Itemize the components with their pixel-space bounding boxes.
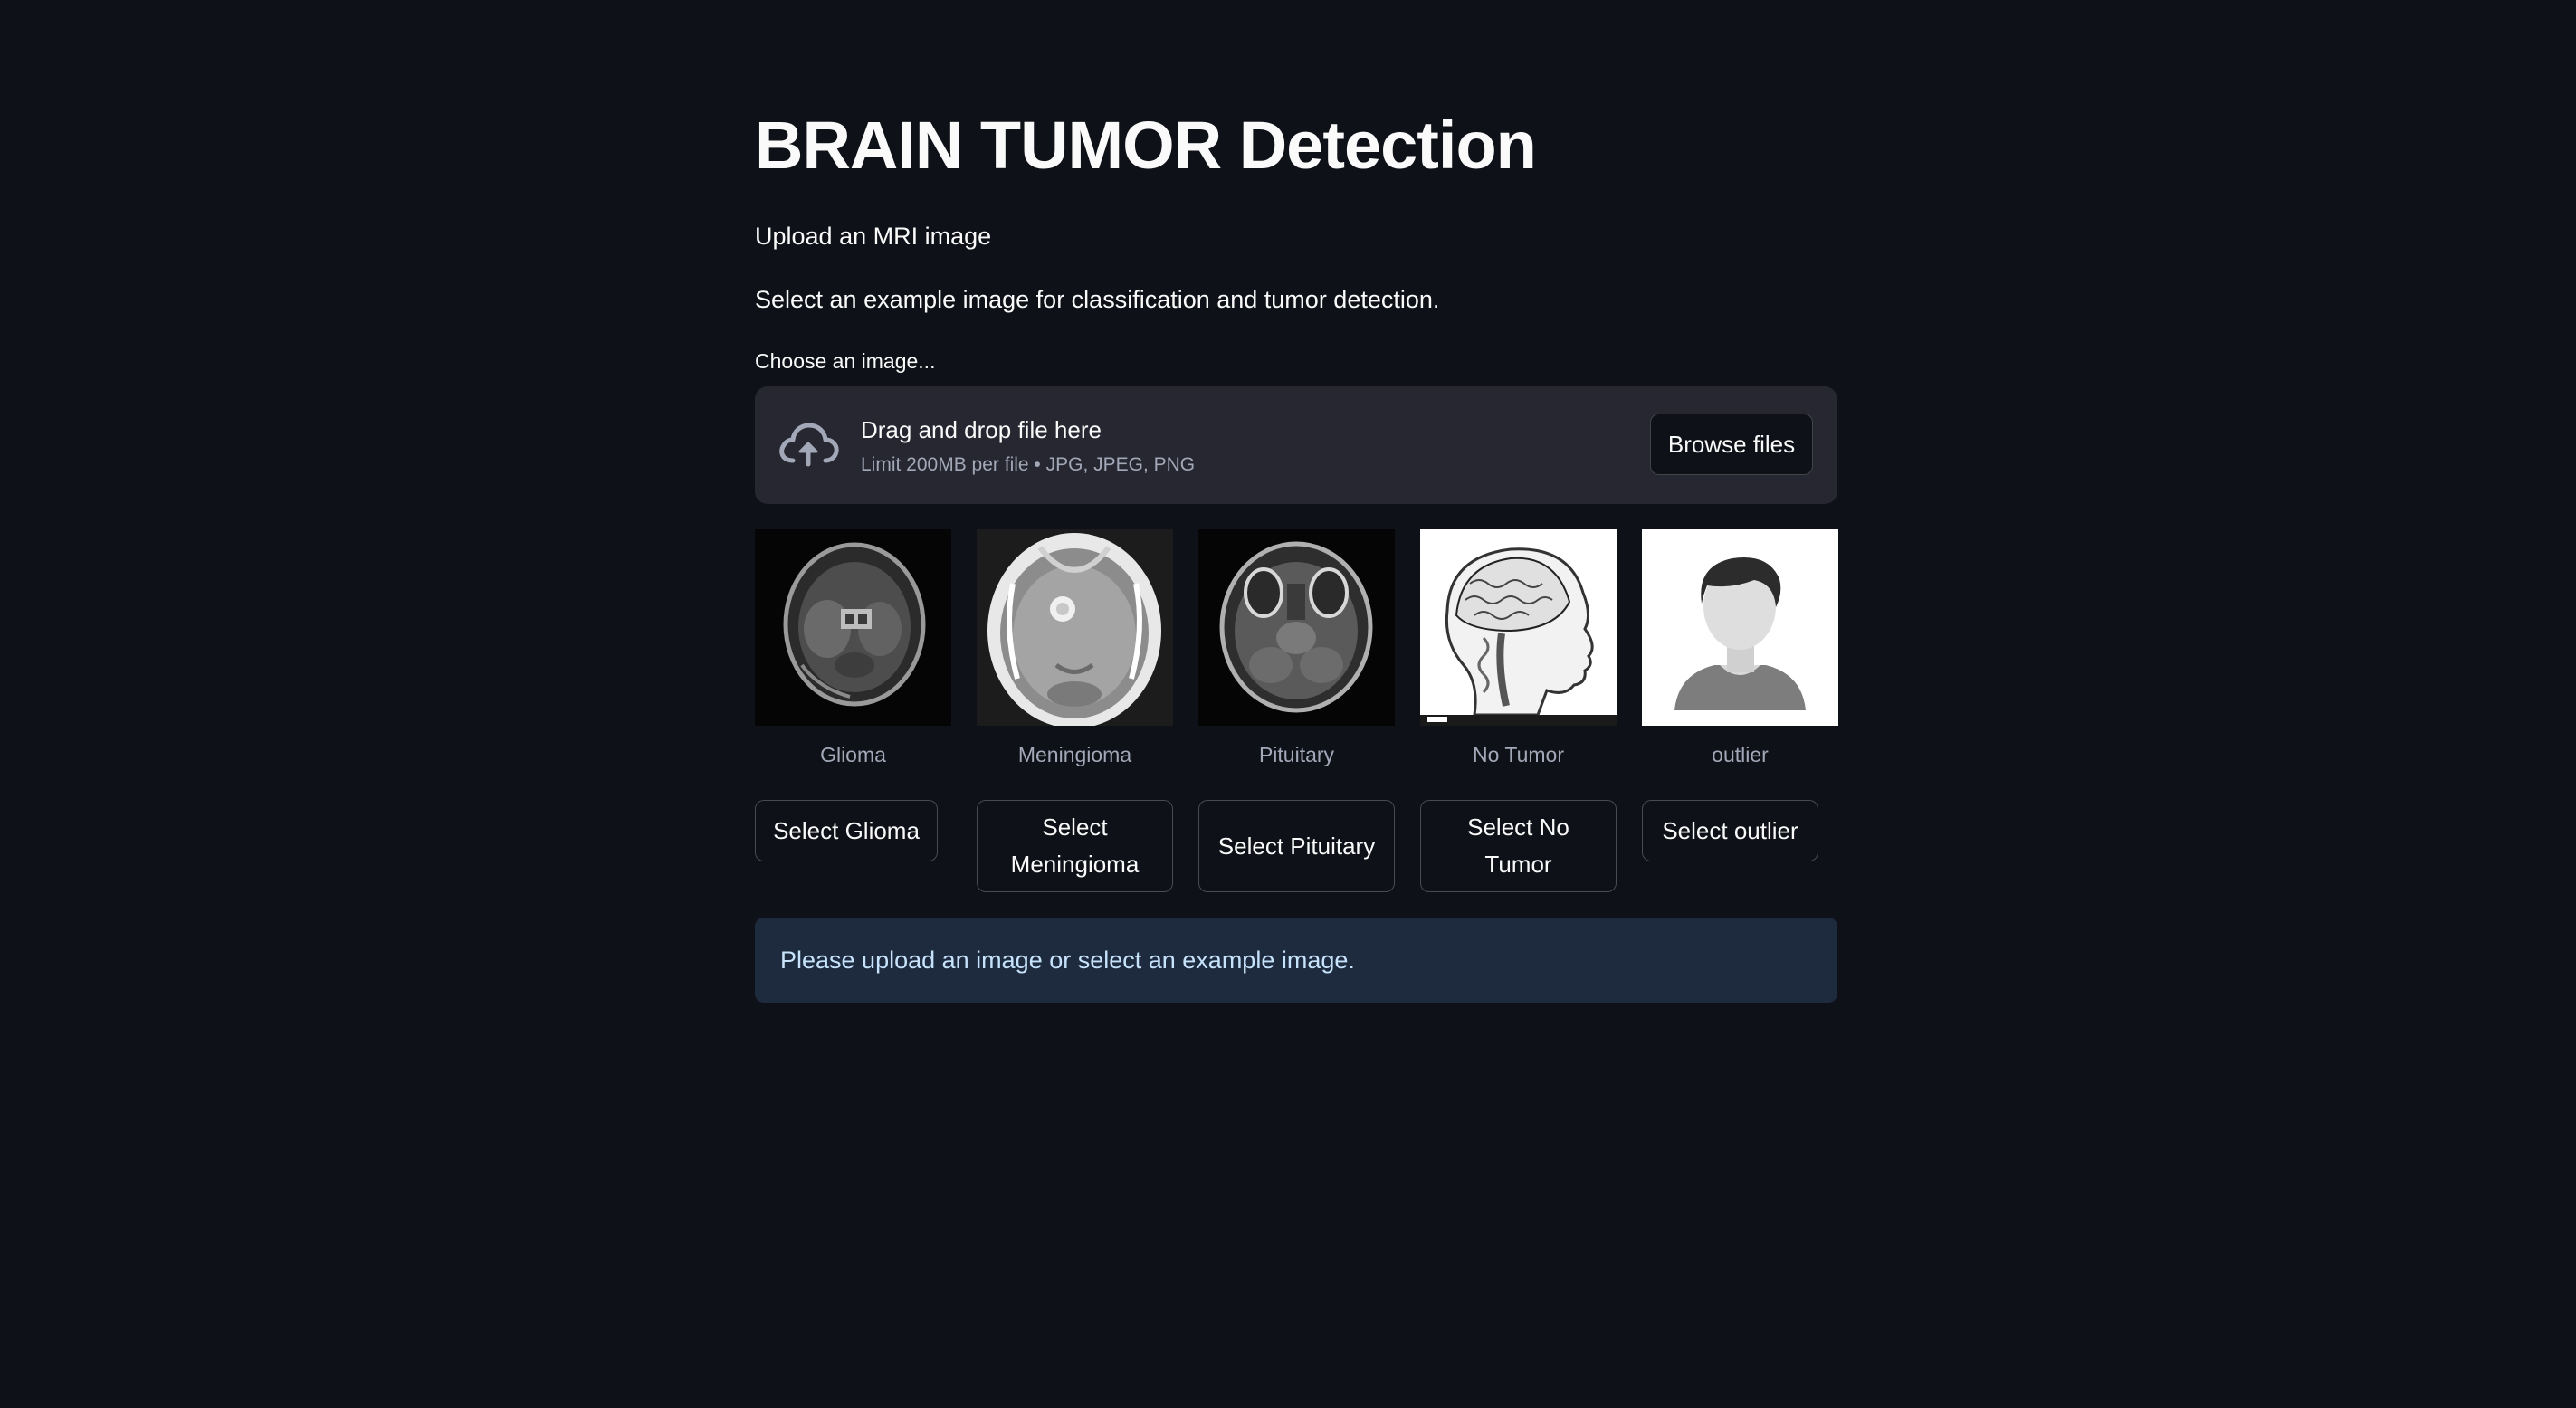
example-caption: No Tumor bbox=[1473, 743, 1564, 766]
glioma-example-image bbox=[755, 529, 951, 726]
select-no-tumor-button[interactable]: Select No Tumor bbox=[1420, 800, 1617, 892]
select-meningioma-button[interactable]: Select Meningioma bbox=[977, 800, 1173, 892]
outlier-example-image bbox=[1642, 529, 1838, 726]
file-dropzone[interactable]: Drag and drop file here Limit 200MB per … bbox=[755, 386, 1837, 504]
example-caption: Meningioma bbox=[1017, 743, 1132, 766]
dropzone-limit-text: Limit 200MB per file • JPG, JPEG, PNG bbox=[861, 454, 1196, 475]
example-caption: outlier bbox=[1712, 743, 1769, 766]
meningioma-example-image bbox=[977, 529, 1173, 726]
uploader-label: Choose an image... bbox=[755, 349, 936, 373]
cloud-upload-icon bbox=[777, 419, 840, 471]
example-caption: Glioma bbox=[820, 743, 886, 766]
info-alert: Please upload an image or select an exam… bbox=[755, 918, 1837, 1003]
browse-files-button[interactable]: Browse files bbox=[1650, 414, 1813, 475]
no-tumor-example-image bbox=[1420, 529, 1617, 726]
page-title: BRAIN TUMOR Detection bbox=[755, 108, 1537, 183]
instruction-text: Select an example image for classificati… bbox=[755, 286, 1440, 313]
intro-text: Upload an MRI image bbox=[755, 223, 992, 250]
pituitary-example-image bbox=[1198, 529, 1395, 726]
select-glioma-button[interactable]: Select Glioma bbox=[755, 800, 938, 861]
dropzone-title: Drag and drop file here bbox=[861, 416, 1102, 443]
example-caption: Pituitary bbox=[1258, 743, 1335, 766]
select-outlier-button[interactable]: Select outlier bbox=[1642, 800, 1818, 861]
info-alert-text: Please upload an image or select an exam… bbox=[780, 946, 1355, 974]
select-pituitary-button[interactable]: Select Pituitary bbox=[1198, 800, 1395, 892]
